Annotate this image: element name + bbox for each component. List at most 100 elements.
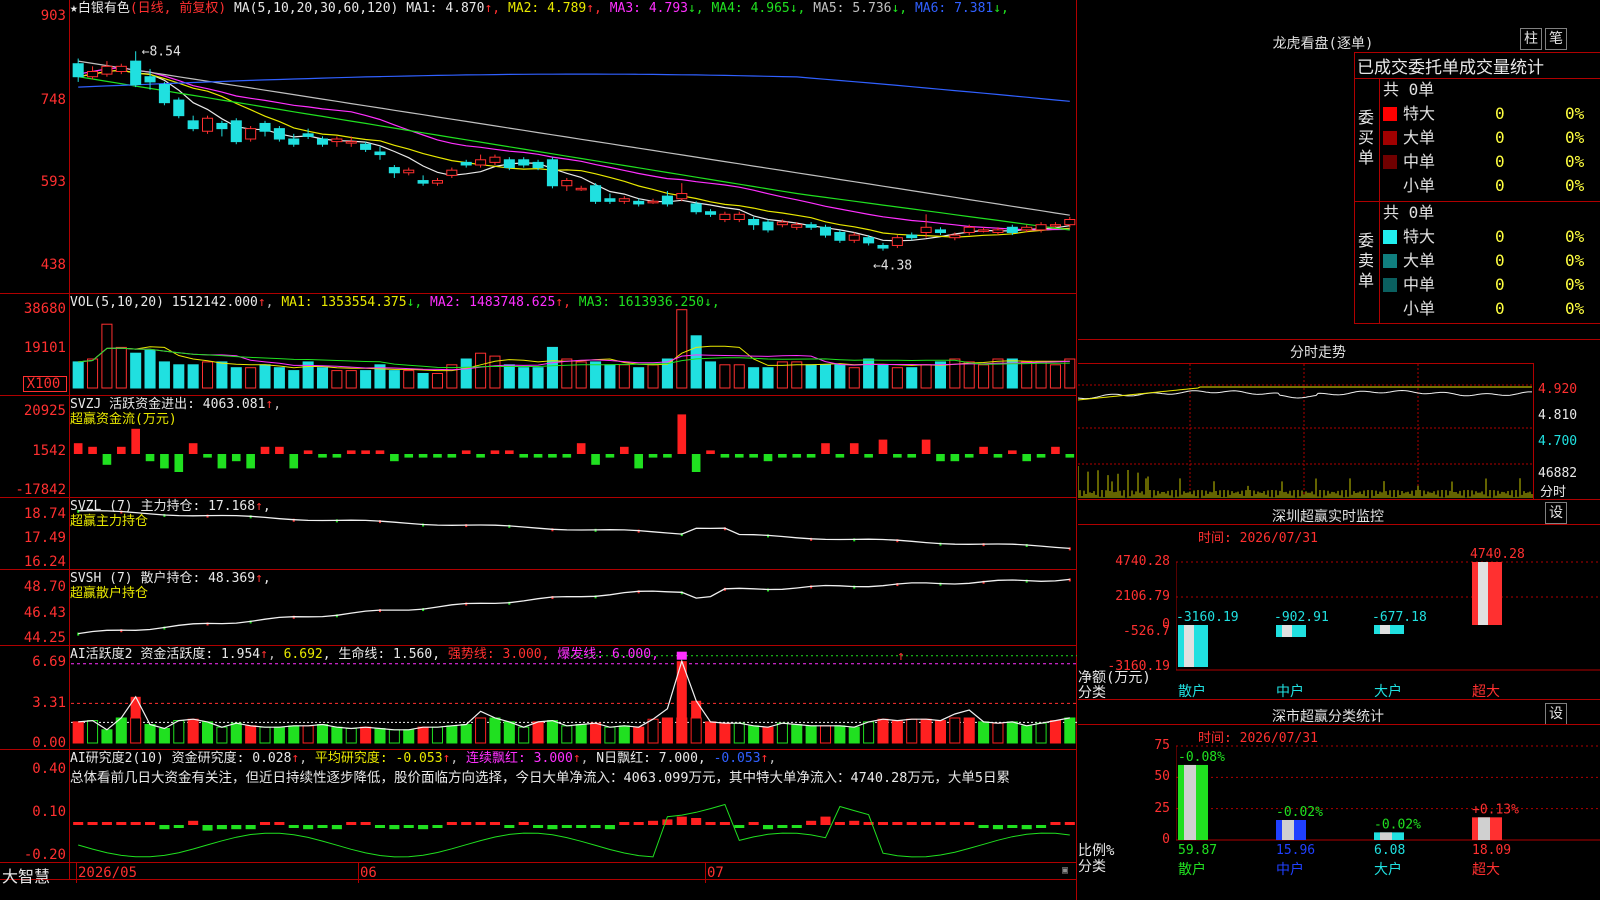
category-label: 散户 — [1178, 683, 1206, 700]
research-bar — [245, 825, 256, 830]
sz-class-settings-button[interactable]: 设 — [1545, 703, 1567, 725]
net-bar-highlight — [1282, 625, 1292, 637]
flow-bar — [275, 446, 284, 454]
research-bar — [116, 822, 127, 825]
activity-bar — [503, 721, 515, 744]
volume-bar — [187, 364, 199, 389]
indicator-line — [78, 510, 1070, 550]
research-bar — [288, 825, 299, 828]
research-bar — [346, 822, 357, 825]
activity-bar — [87, 720, 99, 744]
order-row-percent: 0% — [1565, 104, 1585, 123]
activity-bar — [1006, 721, 1018, 744]
order-row[interactable]: 小单 — [1383, 297, 1435, 321]
research-bar — [921, 822, 932, 825]
candle — [1021, 226, 1033, 231]
volume-bar — [230, 367, 242, 389]
research-line — [78, 803, 1070, 858]
brand-label[interactable]: 大智慧 — [2, 863, 50, 887]
order-row-percent: 0% — [1565, 227, 1585, 246]
candle — [417, 180, 429, 184]
sz-monitor-settings-button[interactable]: 设 — [1545, 502, 1567, 524]
sz-class-title: 深市超赢分类统计 — [1272, 709, 1384, 725]
flow-bar — [778, 454, 787, 458]
ai-activity-bars[interactable]: ↑ — [71, 646, 1077, 750]
svzl-line[interactable] — [71, 498, 1077, 570]
activity-bar — [906, 718, 918, 744]
sz-class-panel[interactable]: 深市超赢分类统计 设 时间: 2026/07/31 75 50 25 0 比例% 分类… — [1078, 700, 1600, 900]
flow-bar — [188, 443, 198, 454]
activity-bar-top — [691, 700, 702, 718]
category-label: 超大 — [1472, 684, 1500, 700]
candle — [173, 99, 185, 117]
order-row[interactable]: 中单 — [1383, 150, 1435, 174]
order-row[interactable]: 大单 — [1383, 249, 1435, 273]
volume-bars[interactable] — [71, 294, 1077, 396]
ai-research-panel[interactable]: 0.40 0.10 -0.20 AI研究度2(10) 资金研究度: 0.028↑… — [0, 750, 1077, 880]
color-swatch-icon — [1383, 131, 1397, 145]
volume-panel[interactable]: 38680 19101 X100 VOL(5,10,20) 1512142.00… — [0, 294, 1077, 396]
research-bar — [374, 825, 386, 828]
research-bar — [806, 820, 817, 825]
date-tick: 07 — [707, 865, 724, 881]
candlestick-chart[interactable]: ←8.54 ←4.38 — [71, 0, 1077, 294]
order-row[interactable]: 特大 — [1383, 225, 1435, 249]
svzl-panel[interactable]: 18.74 17.49 16.24 SVZL (7) 主力持仓: 17.168↑… — [0, 498, 1077, 570]
order-row[interactable]: 大单 — [1383, 126, 1435, 150]
volume-bar — [144, 349, 156, 389]
order-total: 共 0单 — [1383, 80, 1435, 99]
ai-activity-panel[interactable]: 6.69 3.31 0.00 AI活跃度2 资金活跃度: 1.954↑, 6.6… — [0, 646, 1077, 750]
svsh-line[interactable] — [71, 570, 1077, 646]
tick-mode-button[interactable]: 笔 — [1545, 28, 1567, 50]
sz-class-chart[interactable]: -0.08% 59.87 散户 -0.02% 15.96 中户 -0.02% 6.08 大户 +0… — [1176, 730, 1600, 900]
dragon-panel[interactable]: 龙虎看盘(逐单) 柱 笔 已成交委托单成交量统计 委买单 委卖单 共 0单 特大 0… — [1078, 0, 1600, 340]
candle — [992, 229, 1004, 233]
svzj-bars[interactable] — [71, 396, 1077, 498]
research-bar — [1021, 825, 1032, 830]
sz-monitor-panel[interactable]: 深圳超赢实时监控 设 时间: 2026/07/31 4740.28 2106.79… — [1078, 500, 1600, 701]
svsh-panel[interactable]: 48.70 46.43 44.25 SVSH (7) 散户持仓: 48.369↑… — [0, 570, 1077, 646]
activity-bar — [590, 722, 602, 744]
flow-bar — [332, 454, 342, 458]
research-bar — [820, 816, 831, 825]
svsh-axis-label: 46.43 — [23, 605, 66, 621]
flow-bar — [691, 454, 701, 472]
candle — [115, 65, 127, 73]
flow-bar — [821, 443, 830, 454]
ma-line — [78, 66, 1070, 231]
flow-bar — [1036, 454, 1046, 458]
candle — [791, 224, 803, 228]
flow-bar — [318, 454, 327, 458]
volume-unit-label[interactable]: X100 — [23, 376, 67, 392]
volume-bar — [446, 364, 458, 389]
research-bar — [992, 825, 1003, 830]
sz-monitor-chart[interactable]: -3160.19 散户 -902.91 中户 -677.18 大户 4740.28 超大 — [1176, 530, 1600, 700]
research-bar — [461, 822, 472, 825]
ai-research-bars[interactable] — [71, 750, 1077, 880]
order-row[interactable]: 特大 — [1383, 102, 1435, 126]
flow-bar — [160, 454, 169, 469]
order-row[interactable]: 中单 — [1383, 273, 1435, 297]
activity-bar — [489, 717, 501, 744]
ma-line — [78, 73, 1070, 102]
svzj-panel[interactable]: 20925 1542 -17842 SVZJ 活跃资金进出: 4063.081↑… — [0, 396, 1077, 498]
research-bar — [906, 822, 917, 825]
net-bar-label: -677.18 — [1372, 610, 1427, 625]
volume-bar — [72, 361, 84, 389]
activity-bar — [934, 720, 947, 744]
volume-bar — [503, 364, 515, 389]
flow-bar — [749, 454, 758, 458]
low-marker: ←4.38 — [873, 258, 912, 273]
flow-bar — [116, 446, 126, 454]
research-bar — [1007, 825, 1018, 828]
lock-icon[interactable]: ▣ — [1062, 865, 1068, 876]
activity-bar — [834, 725, 846, 744]
flow-bar — [375, 450, 385, 454]
price-panel[interactable]: 903 748 593 438 ★白银有色(日线, 前复权) MA(5,10,2… — [0, 0, 1077, 294]
intraday-chart[interactable] — [1078, 364, 1534, 500]
order-row[interactable]: 小单 — [1383, 174, 1435, 198]
intraday-panel[interactable]: 分时走势 4.920 4.810 4.700 46882 分时 — [1078, 340, 1600, 500]
research-bar — [576, 825, 587, 828]
volume-bar — [604, 364, 616, 389]
bar-mode-button[interactable]: 柱 — [1520, 28, 1542, 50]
